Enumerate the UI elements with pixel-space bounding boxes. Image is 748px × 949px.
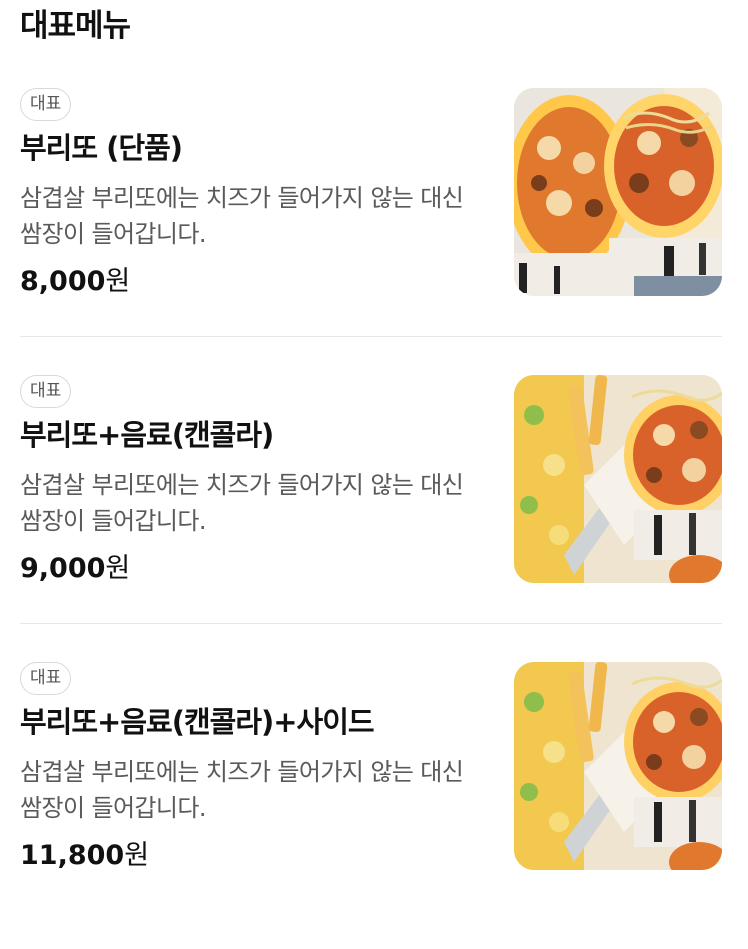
signature-badge: 대표 bbox=[20, 375, 72, 408]
menu-item-name: 부리또 (단품) bbox=[20, 131, 183, 165]
menu-item-name: 부리또+음료(캔콜라) bbox=[20, 418, 274, 452]
burrito-photo-illustration bbox=[514, 88, 722, 296]
burrito-set-photo-illustration bbox=[514, 662, 722, 870]
menu-item-price: 8,000원 bbox=[20, 262, 130, 302]
burrito-set-photo-illustration bbox=[514, 375, 722, 583]
price-currency: 원 bbox=[105, 553, 131, 584]
price-currency: 원 bbox=[105, 266, 131, 297]
menu-item-price: 9,000원 bbox=[20, 549, 130, 589]
burrito-set-photo[interactable] bbox=[514, 375, 722, 583]
price-amount: 8,000 bbox=[20, 266, 106, 297]
menu-item[interactable]: 대표 부리또 (단품) 삼겹살 부리또에는 치즈가 들어가지 않는 대신 쌈장이… bbox=[0, 88, 748, 375]
menu-item-price: 11,800원 bbox=[20, 836, 149, 876]
price-amount: 9,000 bbox=[20, 553, 106, 584]
item-divider bbox=[20, 336, 722, 337]
burrito-set-photo[interactable] bbox=[514, 662, 722, 870]
burrito-photo[interactable] bbox=[514, 88, 722, 296]
menu-item-description: 삼겹살 부리또에는 치즈가 들어가지 않는 대신 쌈장이 들어갑니다. bbox=[20, 184, 464, 248]
item-divider bbox=[20, 623, 722, 624]
menu-item-name: 부리또+음료(캔콜라)+사이드 bbox=[20, 705, 375, 739]
menu-item-description: 삼겹살 부리또에는 치즈가 들어가지 않는 대신 쌈장이 들어갑니다. bbox=[20, 758, 464, 822]
price-amount: 11,800 bbox=[20, 840, 125, 871]
signature-badge: 대표 bbox=[20, 88, 72, 121]
menu-item[interactable]: 대표 부리또+음료(캔콜라) 삼겹살 부리또에는 치즈가 들어가지 않는 대신 … bbox=[0, 375, 748, 662]
menu-item-description: 삼겹살 부리또에는 치즈가 들어가지 않는 대신 쌈장이 들어갑니다. bbox=[20, 471, 464, 535]
section-title: 대표메뉴 bbox=[20, 8, 131, 44]
menu-page: 대표메뉴 대표 부리또 (단품) 삼겹살 부리또에는 치즈가 들어가지 않는 대… bbox=[0, 0, 748, 906]
signature-badge: 대표 bbox=[20, 662, 72, 695]
price-currency: 원 bbox=[124, 840, 150, 871]
